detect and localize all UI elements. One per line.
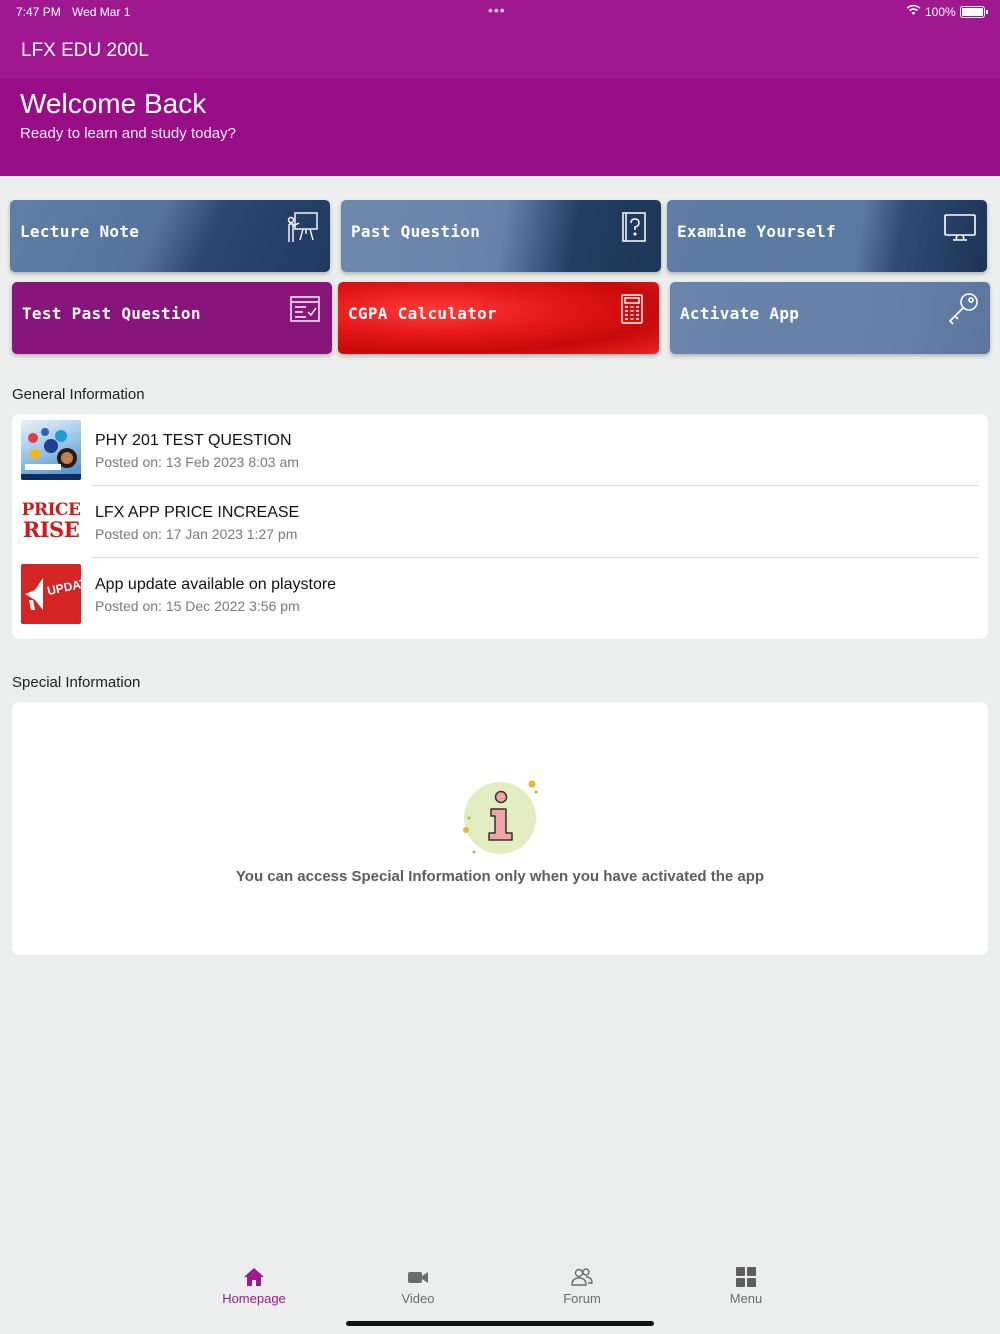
news-date: Posted on: 13 Feb 2023 8:03 am xyxy=(95,454,299,470)
info-icon xyxy=(463,780,538,854)
app-title: LFX EDU 200L xyxy=(21,40,149,61)
multitasking-dots[interactable]: ••• xyxy=(488,2,506,18)
status-date: Wed Mar 1 xyxy=(72,5,131,19)
news-thumbnail xyxy=(21,420,81,480)
news-title: PHY 201 TEST QUESTION xyxy=(95,432,292,449)
status-bar: 7:47 PM Wed Mar 1 ••• 100% xyxy=(0,0,1000,26)
wifi-icon xyxy=(906,4,921,15)
news-item[interactable]: PRICE RISE LFX APP PRICE INCREASE Posted… xyxy=(12,486,988,558)
nav-label: Forum xyxy=(563,1291,601,1306)
welcome-banner: Welcome Back Ready to learn and study to… xyxy=(0,78,1000,176)
general-information-title: General Information xyxy=(12,386,145,403)
grid-icon xyxy=(736,1267,756,1287)
news-date: Posted on: 15 Dec 2022 3:56 pm xyxy=(95,598,300,614)
special-information-title: Special Information xyxy=(12,674,141,691)
tile-label: Lecture Note xyxy=(20,222,140,241)
tile-label: Test Past Question xyxy=(22,304,201,323)
tile-label: Examine Yourself xyxy=(677,222,836,241)
home-indicator[interactable] xyxy=(346,1321,654,1326)
battery-icon xyxy=(960,6,985,18)
test-past-question-tile[interactable]: Test Past Question xyxy=(12,282,332,354)
nav-menu[interactable]: Menu xyxy=(686,1266,806,1306)
news-date: Posted on: 17 Jan 2023 1:27 pm xyxy=(95,526,298,542)
news-thumbnail: UPDAT xyxy=(21,564,81,624)
news-title: LFX APP PRICE INCREASE xyxy=(95,504,300,521)
nav-homepage[interactable]: Homepage xyxy=(194,1266,314,1306)
cgpa-calculator-tile[interactable]: CGPA Calculator xyxy=(338,282,659,354)
monitor-icon xyxy=(944,214,976,241)
checklist-icon xyxy=(290,296,320,322)
status-time: 7:47 PM xyxy=(16,5,61,19)
news-item[interactable]: UPDAT App update available on playstore … xyxy=(12,558,988,630)
battery-tip xyxy=(986,10,988,14)
news-title: App update available on playstore xyxy=(95,576,337,593)
price-rise-text-2: RISE xyxy=(22,517,80,542)
examine-yourself-tile[interactable]: Examine Yourself xyxy=(667,200,987,272)
battery-percent: 100% xyxy=(925,5,956,19)
calculator-icon xyxy=(621,294,643,324)
question-book-icon xyxy=(622,212,646,242)
welcome-subtitle: Ready to learn and study today? xyxy=(20,125,236,142)
nav-label: Homepage xyxy=(222,1291,286,1306)
video-camera-icon xyxy=(408,1272,428,1283)
app-bar: LFX EDU 200L xyxy=(0,26,1000,78)
special-information-card: You can access Special Information only … xyxy=(12,702,988,955)
nav-label: Menu xyxy=(729,1291,763,1306)
presentation-icon xyxy=(287,212,318,242)
nav-video[interactable]: Video xyxy=(358,1266,478,1306)
welcome-heading: Welcome Back xyxy=(20,88,207,119)
people-icon xyxy=(571,1268,593,1286)
lecture-note-tile[interactable]: Lecture Note xyxy=(10,200,330,272)
special-information-message: You can access Special Information only … xyxy=(235,868,765,885)
general-information-card: PHY 201 TEST QUESTION Posted on: 13 Feb … xyxy=(12,414,988,639)
news-thumbnail: PRICE RISE xyxy=(21,492,81,552)
nav-label: Video xyxy=(401,1291,435,1306)
tile-label: CGPA Calculator xyxy=(348,304,497,323)
tile-label: Past Question xyxy=(351,222,481,241)
activate-app-tile[interactable]: Activate App xyxy=(670,282,990,354)
physics-thumbnail-graphic xyxy=(21,428,81,480)
tile-label: Activate App xyxy=(680,304,800,323)
past-question-tile[interactable]: Past Question xyxy=(341,200,661,272)
key-icon xyxy=(948,293,978,325)
home-icon xyxy=(244,1268,264,1286)
news-item[interactable]: PHY 201 TEST QUESTION Posted on: 13 Feb … xyxy=(12,414,988,486)
nav-forum[interactable]: Forum xyxy=(522,1266,642,1306)
